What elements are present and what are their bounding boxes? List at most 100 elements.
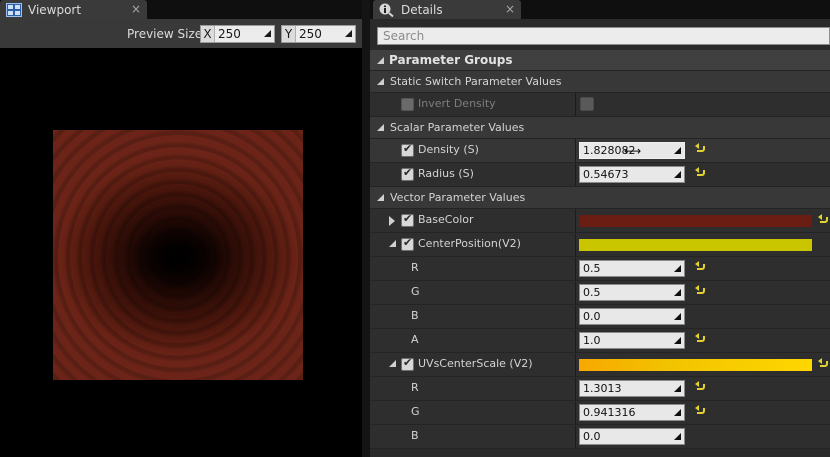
center-position-override-checkbox[interactable] — [401, 236, 414, 251]
expand-arrow-icon[interactable] — [389, 216, 395, 226]
radius-label: Radius (S) — [418, 167, 474, 180]
parameter-list: Parameter Groups Static Switch Parameter… — [370, 50, 830, 449]
radius-input[interactable]: 0.54673 — [579, 166, 685, 183]
tab-viewport-label: Viewport — [28, 2, 82, 17]
uvs-override-checkbox[interactable] — [401, 356, 414, 371]
reset-to-default-icon[interactable] — [695, 333, 706, 344]
cp-r-value: 0.5 — [583, 262, 601, 275]
center-position-a-row: A 1.0 — [370, 329, 830, 353]
center-position-row: CenterPosition(V2) — [370, 233, 830, 257]
tab-strip: Viewport × Details × — [0, 0, 830, 19]
drag-handle-icon[interactable] — [674, 385, 681, 392]
preview-size-y-field[interactable]: Y 250 — [281, 25, 356, 43]
drag-handle-icon[interactable] — [674, 265, 681, 272]
viewport-icon — [6, 2, 22, 17]
center-position-g-row: G 0.5 — [370, 281, 830, 305]
drag-handle-icon[interactable] — [674, 313, 681, 320]
y-axis-label: Y — [282, 26, 296, 42]
reset-to-default-icon[interactable] — [695, 143, 706, 154]
invert-density-override-checkbox[interactable] — [401, 98, 414, 111]
base-color-label: BaseColor — [418, 213, 474, 226]
uvs-b-input[interactable]: 0.0 — [579, 428, 685, 445]
density-input[interactable]: 1.828082 ⟷ — [579, 142, 685, 159]
collapse-arrow-icon[interactable] — [377, 194, 384, 201]
uvs-swatch[interactable] — [579, 359, 812, 371]
reset-to-default-icon[interactable] — [695, 285, 706, 296]
invert-density-row: Invert Density — [370, 93, 830, 117]
radius-row: Radius (S) 0.54673 — [370, 163, 830, 187]
uvs-label: UVsCenterScale (V2) — [418, 357, 533, 370]
y-value: 250 — [299, 27, 322, 41]
center-position-swatch[interactable] — [579, 239, 812, 251]
vector-group[interactable]: Vector Parameter Values — [370, 187, 830, 209]
preview-size-label: Preview Size — [127, 27, 203, 41]
vector-group-label: Vector Parameter Values — [390, 191, 526, 204]
info-icon — [379, 3, 395, 17]
reset-to-default-icon[interactable] — [695, 261, 706, 272]
collapse-arrow-icon[interactable] — [377, 78, 384, 85]
preview-size-x-field[interactable]: X 250 — [200, 25, 275, 43]
cp-g-label: G — [411, 285, 420, 298]
x-value: 250 — [218, 27, 241, 41]
reset-to-default-icon[interactable] — [818, 358, 829, 369]
close-icon[interactable]: × — [505, 2, 515, 16]
drag-handle-icon[interactable] — [674, 433, 681, 440]
collapse-arrow-icon[interactable] — [389, 360, 396, 367]
base-color-override-checkbox[interactable] — [401, 212, 414, 227]
viewport-panel[interactable]: Preview Size X 250 Y 250 — [0, 19, 362, 457]
drag-handle-icon[interactable] — [674, 409, 681, 416]
uvs-r-row: R 1.3013 — [370, 377, 830, 401]
drag-handle-icon[interactable] — [674, 171, 681, 178]
reset-to-default-icon[interactable] — [818, 214, 829, 225]
cp-b-input[interactable]: 0.0 — [579, 308, 685, 325]
x-axis-label: X — [201, 26, 215, 42]
static-switch-group[interactable]: Static Switch Parameter Values — [370, 71, 830, 93]
cp-a-label: A — [411, 333, 419, 346]
base-color-swatch[interactable] — [579, 215, 812, 227]
drag-handle-icon[interactable] — [674, 147, 681, 154]
tab-details-label: Details — [401, 2, 443, 17]
scalar-group[interactable]: Scalar Parameter Values — [370, 117, 830, 139]
cp-a-input[interactable]: 1.0 — [579, 332, 685, 349]
tab-viewport[interactable]: Viewport × — [0, 0, 147, 19]
center-position-label: CenterPosition(V2) — [418, 237, 521, 250]
uvs-b-value: 0.0 — [583, 430, 601, 443]
parameter-groups-label: Parameter Groups — [389, 53, 513, 67]
uvs-r-label: R — [411, 381, 419, 394]
radius-override-checkbox[interactable] — [401, 166, 414, 181]
reset-to-default-icon[interactable] — [695, 167, 706, 178]
cp-g-input[interactable]: 0.5 — [579, 284, 685, 301]
panel-splitter[interactable] — [362, 0, 370, 457]
reset-to-default-icon[interactable] — [695, 381, 706, 392]
cp-g-value: 0.5 — [583, 286, 601, 299]
cp-r-label: R — [411, 261, 419, 274]
parameter-groups-header[interactable]: Parameter Groups — [370, 50, 830, 71]
cp-r-input[interactable]: 0.5 — [579, 260, 685, 277]
density-override-checkbox[interactable] — [401, 142, 414, 157]
uvs-g-input[interactable]: 0.941316 — [579, 404, 685, 421]
center-position-r-row: R 0.5 — [370, 257, 830, 281]
resize-cursor-icon: ⟷ — [624, 144, 642, 158]
drag-handle-icon[interactable] — [264, 30, 271, 37]
drag-handle-icon[interactable] — [674, 337, 681, 344]
reset-to-default-icon[interactable] — [695, 405, 706, 416]
invert-density-value-checkbox[interactable] — [580, 97, 594, 111]
uvs-r-input[interactable]: 1.3013 — [579, 380, 685, 397]
collapse-arrow-icon[interactable] — [377, 57, 384, 64]
invert-density-label: Invert Density — [418, 97, 496, 110]
center-position-b-row: B 0.0 — [370, 305, 830, 329]
collapse-arrow-icon[interactable] — [377, 124, 384, 131]
cp-b-label: B — [411, 309, 419, 322]
viewport-toolbar: Preview Size X 250 Y 250 — [0, 19, 362, 48]
drag-handle-icon[interactable] — [345, 30, 352, 37]
drag-handle-icon[interactable] — [674, 289, 681, 296]
search-input[interactable]: Search — [377, 27, 830, 45]
base-color-row: BaseColor — [370, 209, 830, 233]
tab-details[interactable]: Details × — [373, 0, 521, 19]
texture-preview — [53, 130, 303, 380]
close-icon[interactable]: × — [131, 2, 141, 16]
collapse-arrow-icon[interactable] — [389, 240, 396, 247]
uvs-g-label: G — [411, 405, 420, 418]
uvs-r-value: 1.3013 — [583, 382, 622, 395]
details-panel: Search Parameter Groups Static Switch Pa… — [370, 19, 830, 457]
